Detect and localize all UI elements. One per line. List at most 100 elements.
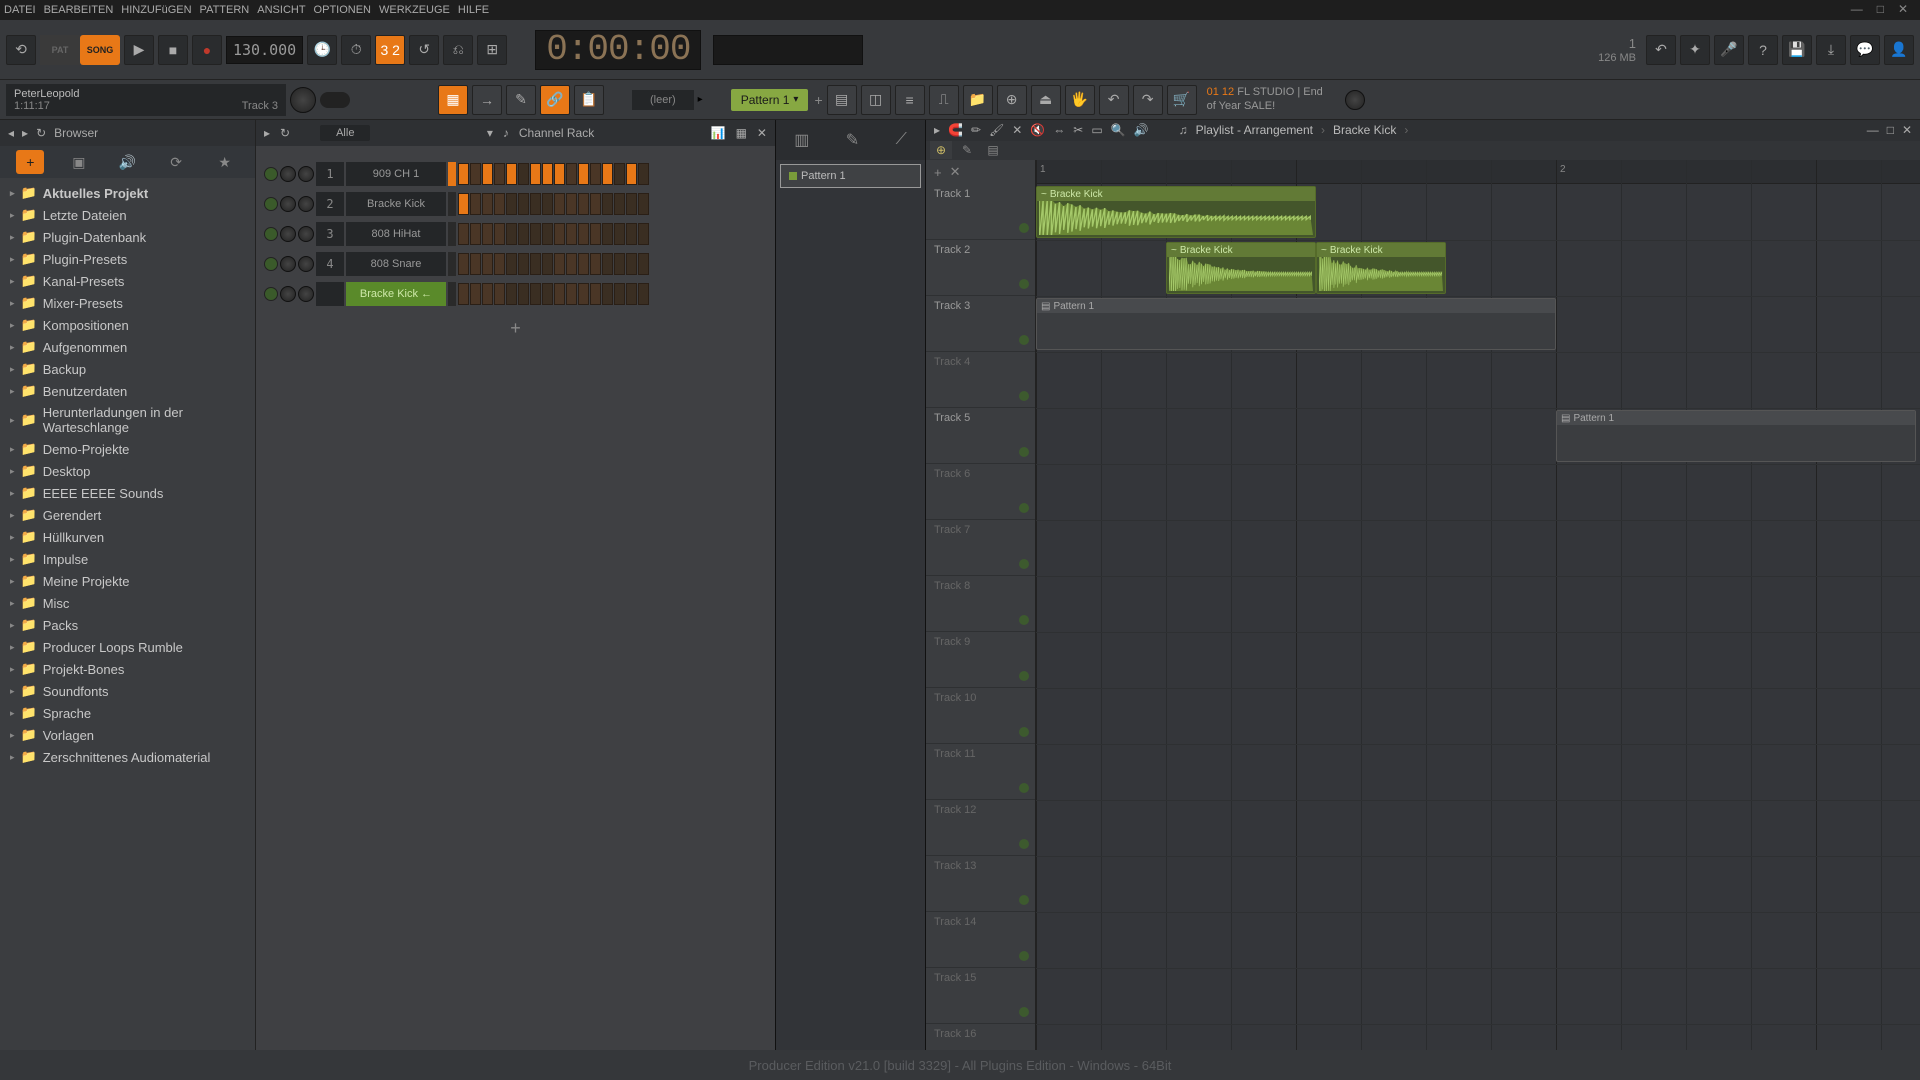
step-cell[interactable] [482,163,493,185]
step-cell[interactable] [626,223,637,245]
playlist-magnet-icon[interactable]: 🧲 [948,123,963,137]
step-icon[interactable]: ⊞ [477,35,507,65]
tree-item[interactable]: ▸📁Zerschnittenes Audiomaterial [2,746,253,768]
track-add-icon[interactable]: + [934,165,942,180]
render-icon[interactable]: ⤓ [1816,35,1846,65]
track-header[interactable]: Track 1 [926,184,1035,240]
tree-item[interactable]: ▸📁Plugin-Presets [2,248,253,270]
countdown-icon[interactable]: ⏱ [341,35,371,65]
step-cell[interactable] [566,253,577,275]
browser-back-icon[interactable]: ◂ [8,126,14,140]
tree-item[interactable]: ▸📁Packs [2,614,253,636]
step-cell[interactable] [518,253,529,275]
tree-item[interactable]: ▸📁Projekt-Bones [2,658,253,680]
song-mode[interactable]: SONG [80,35,120,65]
channel-name[interactable]: 808 HiHat [346,222,446,246]
shop-icon[interactable]: 🛒 [1167,85,1197,115]
browser-add-icon[interactable]: + [16,150,44,174]
channel-number[interactable]: 2 [316,192,344,216]
channel-select[interactable] [448,282,456,306]
minimize-icon[interactable]: — [1851,2,1863,16]
expand-icon[interactable]: ▸ [10,386,15,397]
rack-play-icon[interactable]: ▸ [264,126,270,140]
menu-optionen[interactable]: OPTIONEN [314,4,371,16]
picker-mode2-icon[interactable]: ✎ [846,130,859,150]
step-cell[interactable] [554,193,565,215]
browser-favorite-icon[interactable]: ★ [211,150,239,174]
sync-icon[interactable]: ⟲ [6,35,36,65]
tree-item[interactable]: ▸📁Hüllkurven [2,526,253,548]
channel-mute-led[interactable] [264,167,278,181]
channel-name[interactable]: Bracke Kick ← [346,282,446,306]
step-cell[interactable] [458,163,469,185]
step-cell[interactable] [542,253,553,275]
channel-vol-knob[interactable] [298,196,314,212]
track-close-icon[interactable]: ✕ [950,164,961,180]
step-cell[interactable] [590,253,601,275]
step-cell[interactable] [530,193,541,215]
playlist-tool-playback-icon[interactable]: 🔊 [1134,123,1149,137]
channel-name[interactable]: 909 CH 1 [346,162,446,186]
step-cell[interactable] [554,283,565,305]
track-header[interactable]: Track 15 [926,968,1035,1024]
track-header[interactable]: Track 10 [926,688,1035,744]
menu-hilfe[interactable]: HILFE [458,4,489,16]
mixer-button[interactable]: 🔗 [540,85,570,115]
playlist-min-icon[interactable]: — [1867,123,1879,137]
picker-mode3-icon[interactable]: ⟋ [896,131,907,149]
step-cell[interactable] [638,193,649,215]
step-cell[interactable] [530,163,541,185]
step-cell[interactable] [470,223,481,245]
pattern-add-icon[interactable]: + [814,92,822,108]
view-browser-icon[interactable]: 📁 [963,85,993,115]
step-cell[interactable] [578,283,589,305]
playlist-tool-delete-icon[interactable]: ✕ [1012,123,1022,137]
channel-vol-knob[interactable] [298,256,314,272]
expand-icon[interactable]: ▸ [10,466,15,477]
tree-item[interactable]: ▸📁Mixer-Presets [2,292,253,314]
channel-pan-knob[interactable] [280,166,296,182]
view-pianoroll-icon[interactable]: ◫ [861,85,891,115]
track-mute-led[interactable] [1019,895,1029,905]
playlist-max-icon[interactable]: □ [1887,123,1894,137]
step-cell[interactable] [470,193,481,215]
track-header[interactable]: Track 14 [926,912,1035,968]
step-cell[interactable] [458,283,469,305]
expand-icon[interactable]: ▸ [10,364,15,375]
view-channelrack-icon[interactable]: ≡ [895,85,925,115]
tree-item[interactable]: ▸📁Demo-Projekte [2,438,253,460]
rack-filter[interactable]: Alle [320,125,370,141]
tree-item[interactable]: ▸📁Gerendert [2,504,253,526]
pat-mode[interactable]: PAT [40,35,80,65]
step-cell[interactable] [470,163,481,185]
step-cell[interactable] [626,283,637,305]
playlist-tool-select-icon[interactable]: ▭ [1091,123,1102,137]
playlist-menu-icon[interactable]: ▸ [934,123,940,137]
step-cell[interactable] [614,193,625,215]
rack-close-icon[interactable]: ✕ [757,126,767,140]
add-channel-button[interactable]: + [264,310,767,347]
pianoroll-button[interactable]: → [472,85,502,115]
undo-icon[interactable]: ↶ [1099,85,1129,115]
view-mixer-icon[interactable]: ⎍ [929,85,959,115]
view-playlist-icon[interactable]: ▤ [827,85,857,115]
channel-number[interactable]: 4 [316,252,344,276]
step-cell[interactable] [458,253,469,275]
save-icon[interactable]: 💾 [1782,35,1812,65]
step-cell[interactable] [590,163,601,185]
audio-clip[interactable]: ~Bracke Kick [1166,242,1316,294]
step-cell[interactable] [602,163,613,185]
loop-rec-icon[interactable]: ⎌ [443,35,473,65]
master-pitch-switch[interactable] [320,92,350,108]
tree-item[interactable]: ▸📁Letzte Dateien [2,204,253,226]
song-minimap[interactable] [713,35,863,65]
playlist-button[interactable]: ▦ [438,85,468,115]
pl-lock-icon[interactable]: ⊕ [930,141,952,159]
step-cell[interactable] [542,193,553,215]
pattern-dropdown-icon[interactable]: ▾ [793,94,798,105]
step-cell[interactable] [614,163,625,185]
playlist-tool-mute-icon[interactable]: 🔇 [1030,123,1045,137]
step-cell[interactable] [626,193,637,215]
expand-icon[interactable]: ▸ [10,254,15,265]
expand-icon[interactable]: ▸ [10,620,15,631]
